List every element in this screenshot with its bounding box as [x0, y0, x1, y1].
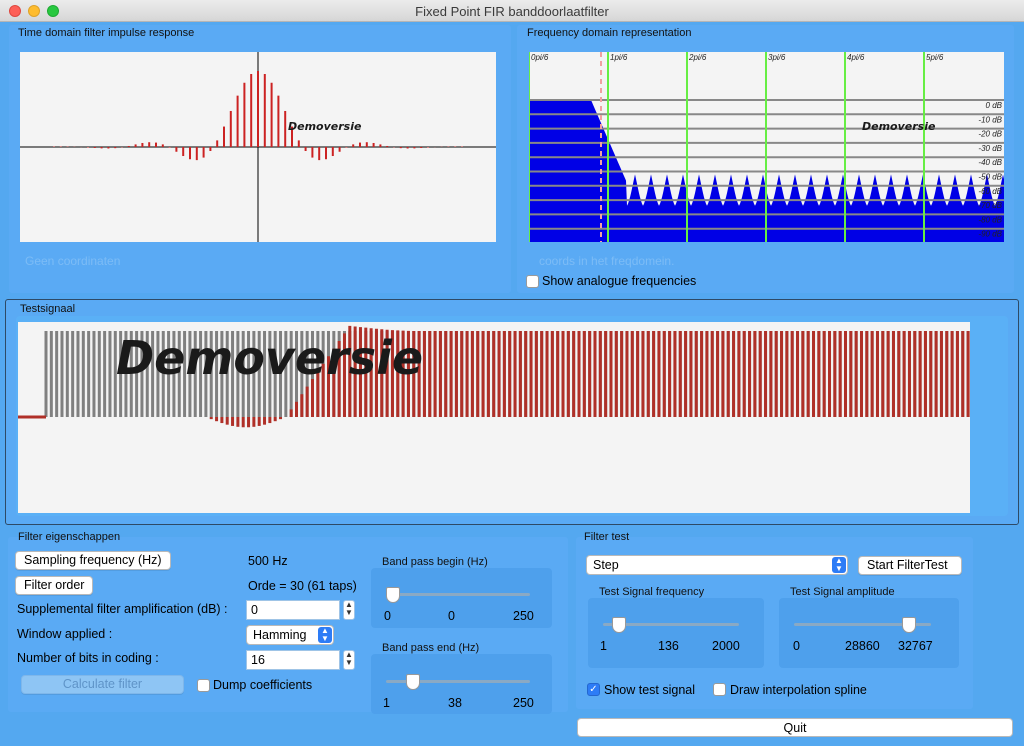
bp-begin-min: 0 [384, 609, 391, 623]
db-tick-label: -80 dB [978, 215, 1002, 224]
test-amp-panel [779, 598, 959, 668]
freq-tick-label: 2pi/6 [688, 53, 707, 62]
window-title: Fixed Point FIR banddoorlaatfilter [415, 4, 609, 19]
test-freq-thumb[interactable] [611, 617, 626, 633]
show-analogue-checkbox[interactable] [526, 275, 539, 288]
amplification-stepper[interactable]: ▲ ▼ [343, 600, 355, 620]
freq-coords-text: coords in het freqdomein. [539, 254, 675, 268]
stepper-down-icon: ▼ [345, 608, 353, 617]
impulse-response-chart: Demoversie [20, 52, 496, 242]
sampling-frequency-value: 500 Hz [248, 554, 288, 568]
frequency-response-chart: 0pi/6 1pi/6 2pi/6 3pi/6 4pi/6 5pi/6 0 dB -10 d… [529, 52, 1004, 242]
signal-type-value: Step [593, 558, 619, 572]
show-test-signal-label[interactable]: Show test signal [604, 683, 695, 697]
bits-stepper[interactable]: ▲ ▼ [343, 650, 355, 670]
show-test-signal-checkbox[interactable]: ✓ [587, 683, 600, 696]
interpolation-spline-checkbox[interactable] [713, 683, 726, 696]
test-freq-value: 136 [658, 639, 679, 653]
test-freq-panel [588, 598, 764, 668]
filter-order-button[interactable]: Filter order [15, 576, 94, 595]
select-arrows-icon: ▲ ▼ [832, 557, 846, 573]
db-tick-label: -20 dB [978, 130, 1002, 139]
signal-type-select[interactable]: Step ▲ ▼ [586, 555, 848, 575]
bp-end-value: 38 [448, 696, 462, 710]
freq-tick-label: 1pi/6 [610, 53, 628, 62]
bp-end-min: 1 [383, 696, 390, 710]
bits-field[interactable]: 16 [246, 650, 340, 670]
window-select-value: Hamming [253, 628, 307, 642]
bp-begin-max: 250 [513, 609, 534, 623]
test-freq-min: 1 [600, 639, 607, 653]
test-amp-title: Test Signal amplitude [790, 586, 895, 598]
db-tick-label: -90 dB [978, 230, 1002, 239]
dump-coefficients-checkbox[interactable] [197, 679, 210, 692]
time-domain-title: Time domain filter impulse response [18, 27, 195, 39]
amplification-label: Supplemental filter amplification (dB) : [17, 602, 228, 616]
frequency-response-plot[interactable]: 0pi/6 1pi/6 2pi/6 3pi/6 4pi/6 5pi/6 0 dB -10 d… [529, 52, 1004, 242]
test-signal-title: Testsignaal [20, 303, 76, 315]
watermark-signal: Demoversie [116, 331, 423, 385]
db-tick-label: 0 dB [986, 101, 1003, 110]
impulse-response-plot[interactable]: Demoversie [20, 52, 496, 242]
bp-begin-thumb[interactable] [386, 587, 400, 603]
db-tick-label: -40 dB [978, 158, 1002, 167]
quit-button[interactable]: Quit [577, 718, 1013, 737]
freq-tick-label: 5pi/6 [926, 53, 944, 62]
test-freq-title: Test Signal frequency [599, 586, 705, 598]
select-arrows-icon: ▲ ▼ [318, 627, 332, 643]
test-amp-min: 0 [793, 639, 800, 653]
test-amp-value: 28860 [845, 639, 880, 653]
stepper-down-icon: ▼ [345, 658, 353, 667]
dump-coefficients-label[interactable]: Dump coefficients [213, 678, 312, 692]
filter-order-value: Orde = 30 (61 taps) [248, 579, 357, 593]
window-applied-label: Window applied : [17, 627, 113, 641]
filter-test-title: Filter test [584, 531, 630, 543]
bp-end-title: Band pass end (Hz) [382, 642, 480, 654]
freq-domain-title: Frequency domain representation [527, 27, 692, 39]
time-coords-text: Geen coordinaten [25, 254, 121, 268]
freq-tick-label: 0pi/6 [531, 53, 549, 62]
interpolation-spline-label[interactable]: Draw interpolation spline [730, 683, 867, 697]
checkmark-icon: ✓ [589, 684, 598, 695]
test-amp-thumb[interactable] [902, 617, 917, 633]
amplification-field[interactable]: 0 [246, 600, 340, 620]
db-tick-label: -60 dB [978, 187, 1002, 196]
test-signal-plot[interactable]: Demoversie [18, 322, 970, 513]
db-tick-label: -70 dB [978, 201, 1002, 210]
start-filtertest-button[interactable]: Start FilterTest [858, 556, 962, 575]
window-select[interactable]: Hamming ▲ ▼ [246, 625, 334, 645]
freq-tick-label: 4pi/6 [847, 53, 865, 62]
bp-begin-title: Band pass begin (Hz) [382, 556, 488, 568]
db-tick-label: -30 dB [978, 144, 1002, 153]
test-signal-chart: Demoversie [18, 325, 970, 428]
watermark-freq: Demoversie [862, 120, 936, 133]
bp-end-max: 250 [513, 696, 534, 710]
filter-props-title: Filter eigenschappen [18, 531, 121, 543]
db-tick-label: -50 dB [978, 173, 1002, 182]
test-amp-max: 32767 [898, 639, 933, 653]
bp-begin-value: 0 [448, 609, 455, 623]
bp-begin-track[interactable] [386, 593, 530, 596]
calculate-filter-button[interactable]: Calculate filter [21, 675, 184, 694]
test-freq-max: 2000 [712, 639, 740, 653]
db-tick-label: -10 dB [978, 115, 1002, 124]
show-analogue-label[interactable]: Show analogue frequencies [542, 274, 696, 288]
watermark-impulse: Demoversie [288, 120, 362, 133]
bp-end-thumb[interactable] [405, 674, 420, 690]
sampling-frequency-button[interactable]: Sampling frequency (Hz) [15, 551, 171, 570]
bits-label: Number of bits in coding : [17, 651, 159, 665]
window-titlebar: Fixed Point FIR banddoorlaatfilter [0, 0, 1024, 22]
freq-tick-label: 3pi/6 [768, 53, 786, 62]
